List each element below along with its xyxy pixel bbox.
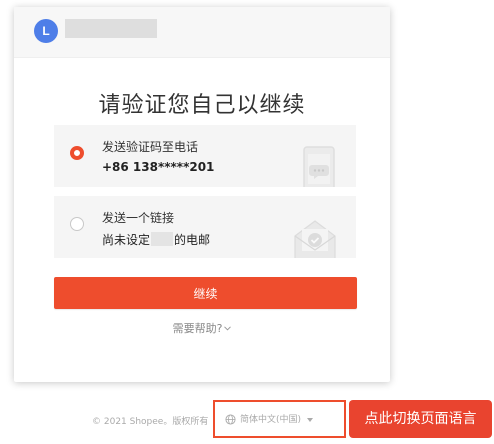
continue-button[interactable]: 继续 (54, 277, 357, 309)
language-highlight-box: 简体中文(中国) (213, 400, 346, 438)
card-header: L (14, 7, 390, 58)
option-phone-number: +86 138*****201 (102, 160, 215, 174)
avatar: L (34, 19, 58, 43)
globe-icon (225, 414, 236, 425)
option-label: 发送验证码至电话 (102, 140, 199, 154)
language-selector[interactable]: 简体中文(中国) (225, 412, 314, 425)
verification-card: L 请验证您自己以继续 发送验证码至电话 +86 138*****201 发送一… (14, 7, 390, 382)
radio-selected[interactable] (70, 146, 84, 160)
language-tooltip: 点此切换页面语言 (349, 400, 492, 438)
option-email-status: 尚未设定 的电邮 (102, 232, 211, 247)
need-help-link[interactable]: 需要帮助? (14, 320, 390, 336)
email-redacted (151, 232, 174, 246)
chevron-down-icon (224, 326, 232, 331)
page-title: 请验证您自己以继续 (98, 93, 306, 118)
option-label: 发送一个链接 (102, 211, 175, 225)
option-send-link[interactable]: 发送一个链接 尚未设定 的电邮 (54, 196, 356, 258)
phone-chat-icon (302, 145, 338, 187)
option-send-sms[interactable]: 发送验证码至电话 +86 138*****201 (54, 125, 356, 187)
radio-unselected[interactable] (70, 217, 84, 231)
account-name-redacted (65, 19, 157, 38)
envelope-check-icon (292, 216, 338, 258)
caret-down-icon (307, 418, 314, 422)
footer-copyright: © 2021 Shopee。版权所有 (92, 417, 209, 427)
